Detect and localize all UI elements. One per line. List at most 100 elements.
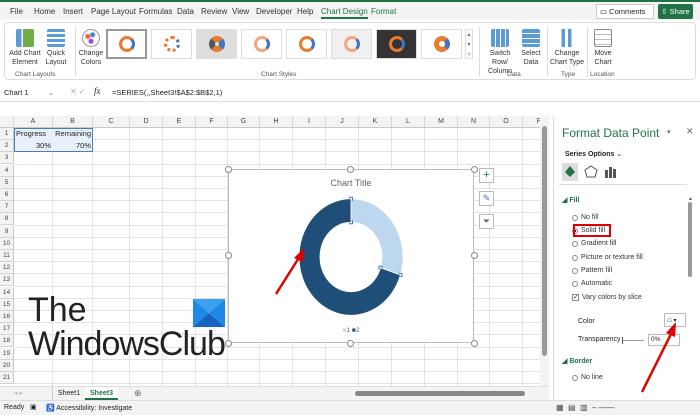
column-header-M[interactable]: M bbox=[425, 116, 458, 128]
chart-legend[interactable]: ■1 ■2 bbox=[229, 327, 473, 334]
close-icon[interactable]: ✕ bbox=[686, 126, 694, 137]
row-header-21[interactable]: 21 bbox=[0, 372, 14, 384]
resize-handle[interactable] bbox=[225, 252, 232, 259]
column-header-L[interactable]: L bbox=[392, 116, 425, 128]
row-header-10[interactable]: 10 bbox=[0, 237, 14, 250]
vertical-scrollbar[interactable] bbox=[540, 116, 549, 386]
column-header-E[interactable]: E bbox=[163, 116, 196, 128]
column-header-F[interactable]: F bbox=[196, 116, 228, 128]
sheet-tab-sheet1[interactable]: Sheet1 bbox=[52, 387, 85, 400]
row-header-4[interactable]: 4 bbox=[0, 164, 14, 177]
horizontal-scrollbar[interactable] bbox=[345, 390, 535, 398]
chart-style-5[interactable] bbox=[286, 29, 327, 59]
change-chart-type-button[interactable]: Change Chart Type bbox=[549, 29, 585, 67]
resize-handle[interactable] bbox=[347, 166, 354, 173]
chart-styles-brush-icon[interactable]: ✎ bbox=[479, 191, 494, 206]
chart-style-3[interactable] bbox=[196, 29, 237, 59]
radio-automatic[interactable]: Automatic bbox=[572, 280, 612, 287]
tab-home[interactable]: Home bbox=[34, 7, 55, 16]
column-header-I[interactable]: I bbox=[293, 116, 326, 128]
series-options-bars-icon[interactable] bbox=[604, 165, 618, 179]
share-button[interactable]: ⇧ Share bbox=[658, 4, 693, 19]
chart-area[interactable]: Chart Title ■1 ■2 bbox=[228, 169, 474, 343]
resize-handle[interactable] bbox=[471, 340, 478, 347]
vary-colors-checkbox[interactable]: ✓ Vary colors by slice bbox=[572, 294, 642, 301]
chart-style-8[interactable] bbox=[421, 29, 462, 59]
resize-handle[interactable] bbox=[225, 166, 232, 173]
tab-view[interactable]: View bbox=[232, 7, 249, 16]
fill-section-header[interactable]: ◢ Fill bbox=[562, 196, 579, 204]
chart-style-6[interactable] bbox=[331, 29, 372, 59]
cell-A1[interactable]: Progress bbox=[14, 128, 53, 140]
add-sheet-icon[interactable]: ⊕ bbox=[134, 388, 142, 399]
tab-data[interactable]: Data bbox=[177, 7, 194, 16]
switch-row-column-button[interactable]: Switch Row/Column bbox=[481, 29, 519, 76]
row-header-3[interactable]: 3 bbox=[0, 152, 14, 165]
column-header-D[interactable]: D bbox=[130, 116, 163, 128]
tab-file[interactable]: File bbox=[10, 7, 23, 16]
select-data-button[interactable]: Select Data bbox=[519, 29, 543, 67]
column-header-C[interactable]: C bbox=[93, 116, 130, 128]
tab-help[interactable]: Help bbox=[297, 7, 313, 16]
row-header-1[interactable]: 1 bbox=[0, 128, 14, 140]
row-header-6[interactable]: 6 bbox=[0, 189, 14, 201]
sheet-tab-sheet3[interactable]: Sheet3 bbox=[85, 387, 118, 400]
doughnut-slice-1[interactable] bbox=[350, 198, 404, 276]
radio-no-fill[interactable]: No fill bbox=[572, 214, 599, 221]
fill-line-icon[interactable] bbox=[562, 163, 578, 181]
tab-page-layout[interactable]: Page Layout bbox=[91, 7, 136, 16]
resize-handle[interactable] bbox=[471, 166, 478, 173]
chart-filter-icon[interactable]: ⏷ bbox=[479, 214, 494, 229]
tab-chart-design[interactable]: Chart Design bbox=[321, 7, 368, 19]
name-box[interactable]: Chart 1 ⌄ bbox=[4, 87, 56, 99]
column-header-G[interactable]: G bbox=[228, 116, 260, 128]
styles-scroll[interactable]: ▴ ▾ ▿ bbox=[465, 29, 473, 59]
resize-handle[interactable] bbox=[225, 340, 232, 347]
tab-formulas[interactable]: Formulas bbox=[139, 7, 172, 16]
add-chart-element-button[interactable]: Add Chart Element bbox=[9, 29, 41, 67]
tab-developer[interactable]: Developer bbox=[256, 7, 292, 16]
change-colors-button[interactable]: Change Colors bbox=[77, 29, 105, 67]
cell-B2[interactable]: 70% bbox=[53, 140, 93, 152]
macro-record-icon[interactable]: ▣ bbox=[30, 403, 37, 411]
chart-style-1[interactable] bbox=[106, 29, 147, 59]
radio-pattern-fill[interactable]: Pattern fill bbox=[572, 267, 612, 274]
tab-insert[interactable]: Insert bbox=[63, 7, 83, 16]
chart-style-4[interactable] bbox=[241, 29, 282, 59]
column-header-J[interactable]: J bbox=[326, 116, 359, 128]
series-options-dropdown[interactable]: Series Options ⌄ bbox=[565, 150, 622, 158]
row-header-8[interactable]: 8 bbox=[0, 213, 14, 226]
doughnut-chart[interactable] bbox=[229, 170, 475, 344]
comments-button[interactable]: ▭ Comments bbox=[596, 4, 654, 19]
cell-A2[interactable]: 30% bbox=[14, 140, 53, 152]
formula-input[interactable]: =SERIES(,,Sheet3!$A$2:$B$2,1) bbox=[112, 88, 222, 97]
radio-gradient-fill[interactable]: Gradient fill bbox=[572, 240, 616, 247]
column-header-O[interactable]: O bbox=[490, 116, 523, 128]
column-header-K[interactable]: K bbox=[359, 116, 392, 128]
radio-picture-fill[interactable]: Picture or texture fill bbox=[572, 254, 643, 261]
column-header-N[interactable]: N bbox=[458, 116, 490, 128]
column-header-A[interactable]: A bbox=[14, 116, 53, 128]
pane-options-icon[interactable]: ▾ bbox=[667, 128, 671, 136]
pane-scrollbar[interactable]: ▲ bbox=[688, 196, 693, 396]
fx-icon[interactable]: fx bbox=[94, 86, 101, 96]
tab-review[interactable]: Review bbox=[201, 7, 227, 16]
view-buttons[interactable]: ▦ ▤ ▥ – —— bbox=[556, 403, 615, 412]
accessibility-status[interactable]: ♿ Accessibility: Investigate bbox=[46, 404, 132, 412]
border-section-header[interactable]: ◢ Border bbox=[562, 357, 592, 365]
column-header-B[interactable]: B bbox=[53, 116, 93, 128]
chart-elements-plus-icon[interactable]: + bbox=[479, 168, 494, 183]
radio-no-line[interactable]: No line bbox=[572, 374, 603, 381]
row-header-9[interactable]: 9 bbox=[0, 225, 14, 238]
resize-handle[interactable] bbox=[347, 340, 354, 347]
resize-handle[interactable] bbox=[471, 252, 478, 259]
column-header-H[interactable]: H bbox=[260, 116, 293, 128]
sheet-nav-arrows[interactable]: ◂ ▸ bbox=[14, 389, 23, 397]
effects-pentagon-icon[interactable] bbox=[584, 165, 598, 179]
row-header-5[interactable]: 5 bbox=[0, 176, 14, 189]
chart-style-2[interactable] bbox=[151, 29, 192, 59]
tab-format[interactable]: Format bbox=[371, 7, 396, 16]
select-all-corner[interactable] bbox=[0, 116, 14, 128]
row-header-2[interactable]: 2 bbox=[0, 140, 14, 153]
quick-layout-button[interactable]: Quick Layout bbox=[43, 29, 69, 67]
